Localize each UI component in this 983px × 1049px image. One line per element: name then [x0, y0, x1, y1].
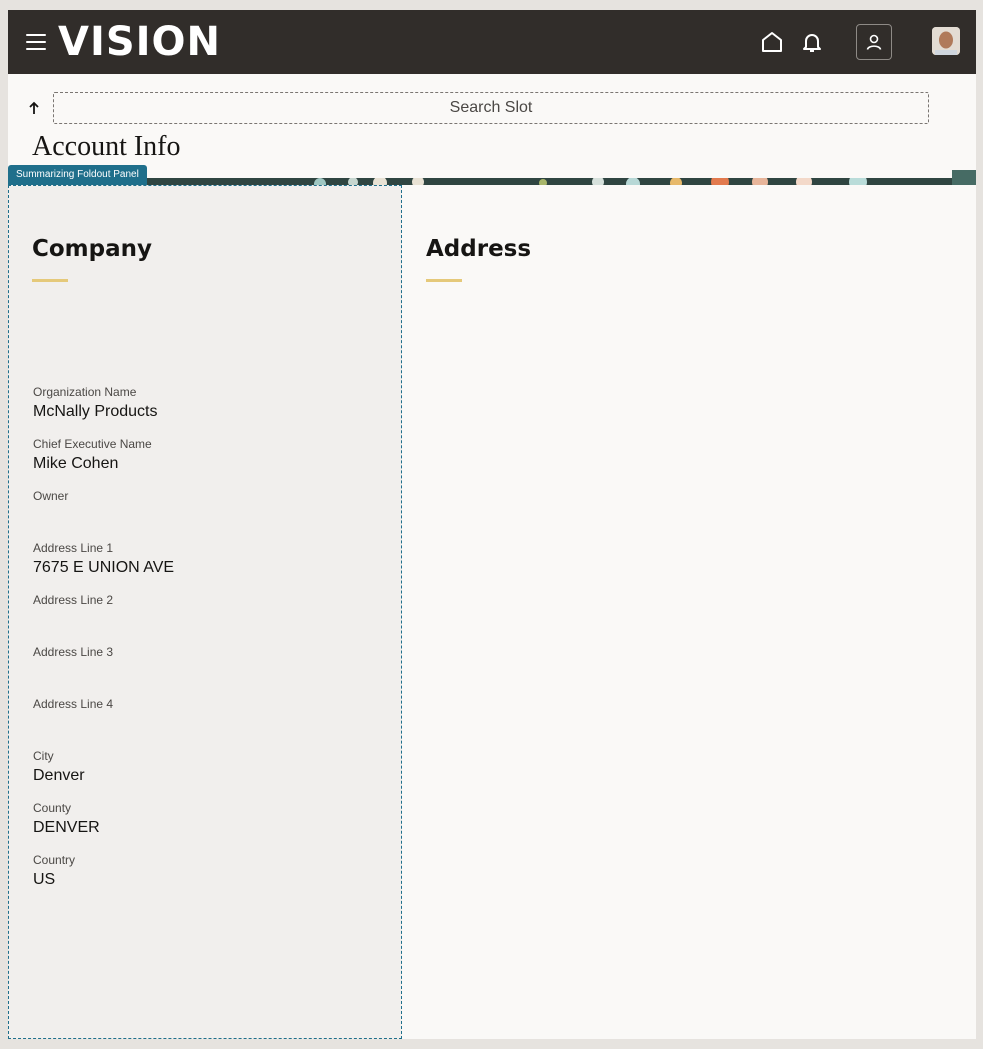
- field-owner: Owner: [33, 489, 69, 503]
- home-icon[interactable]: [760, 30, 784, 54]
- user-button[interactable]: [856, 24, 892, 60]
- user-icon: [866, 34, 882, 50]
- banner-mask: [8, 170, 952, 178]
- field-address-line-4: Address Line 4: [33, 697, 114, 711]
- field-address-line-2: Address Line 2: [33, 593, 114, 607]
- bell-icon[interactable]: [800, 30, 824, 54]
- arrow-up-icon[interactable]: [26, 100, 42, 116]
- company-panel: Company Organization Name McNally Produc…: [8, 185, 402, 1039]
- field-organization-name: Organization Name McNally Products: [33, 385, 158, 420]
- app-header: VISION: [8, 10, 976, 74]
- app-frame: VISION Search Slot Account Info Summariz…: [8, 10, 976, 1039]
- search-slot[interactable]: Search Slot: [53, 92, 929, 124]
- company-title-underline: [32, 279, 68, 282]
- field-address-line-3: Address Line 3: [33, 645, 114, 659]
- menu-icon[interactable]: [26, 34, 46, 50]
- address-title-underline: [426, 279, 462, 282]
- page-title: Account Info: [32, 131, 181, 162]
- field-country: Country US: [33, 853, 76, 888]
- field-county: County DENVER: [33, 801, 100, 836]
- vision-logo[interactable]: VISION: [58, 20, 221, 64]
- avatar[interactable]: [932, 27, 960, 55]
- summarizing-foldout-badge: Summarizing Foldout Panel: [8, 165, 147, 185]
- company-section-title: Company: [32, 236, 152, 262]
- field-city: City Denver: [33, 749, 85, 784]
- field-chief-executive-name: Chief Executive Name Mike Cohen: [33, 437, 152, 472]
- field-address-line-1: Address Line 1 7675 E UNION AVE: [33, 541, 175, 576]
- address-section-title: Address: [426, 236, 532, 262]
